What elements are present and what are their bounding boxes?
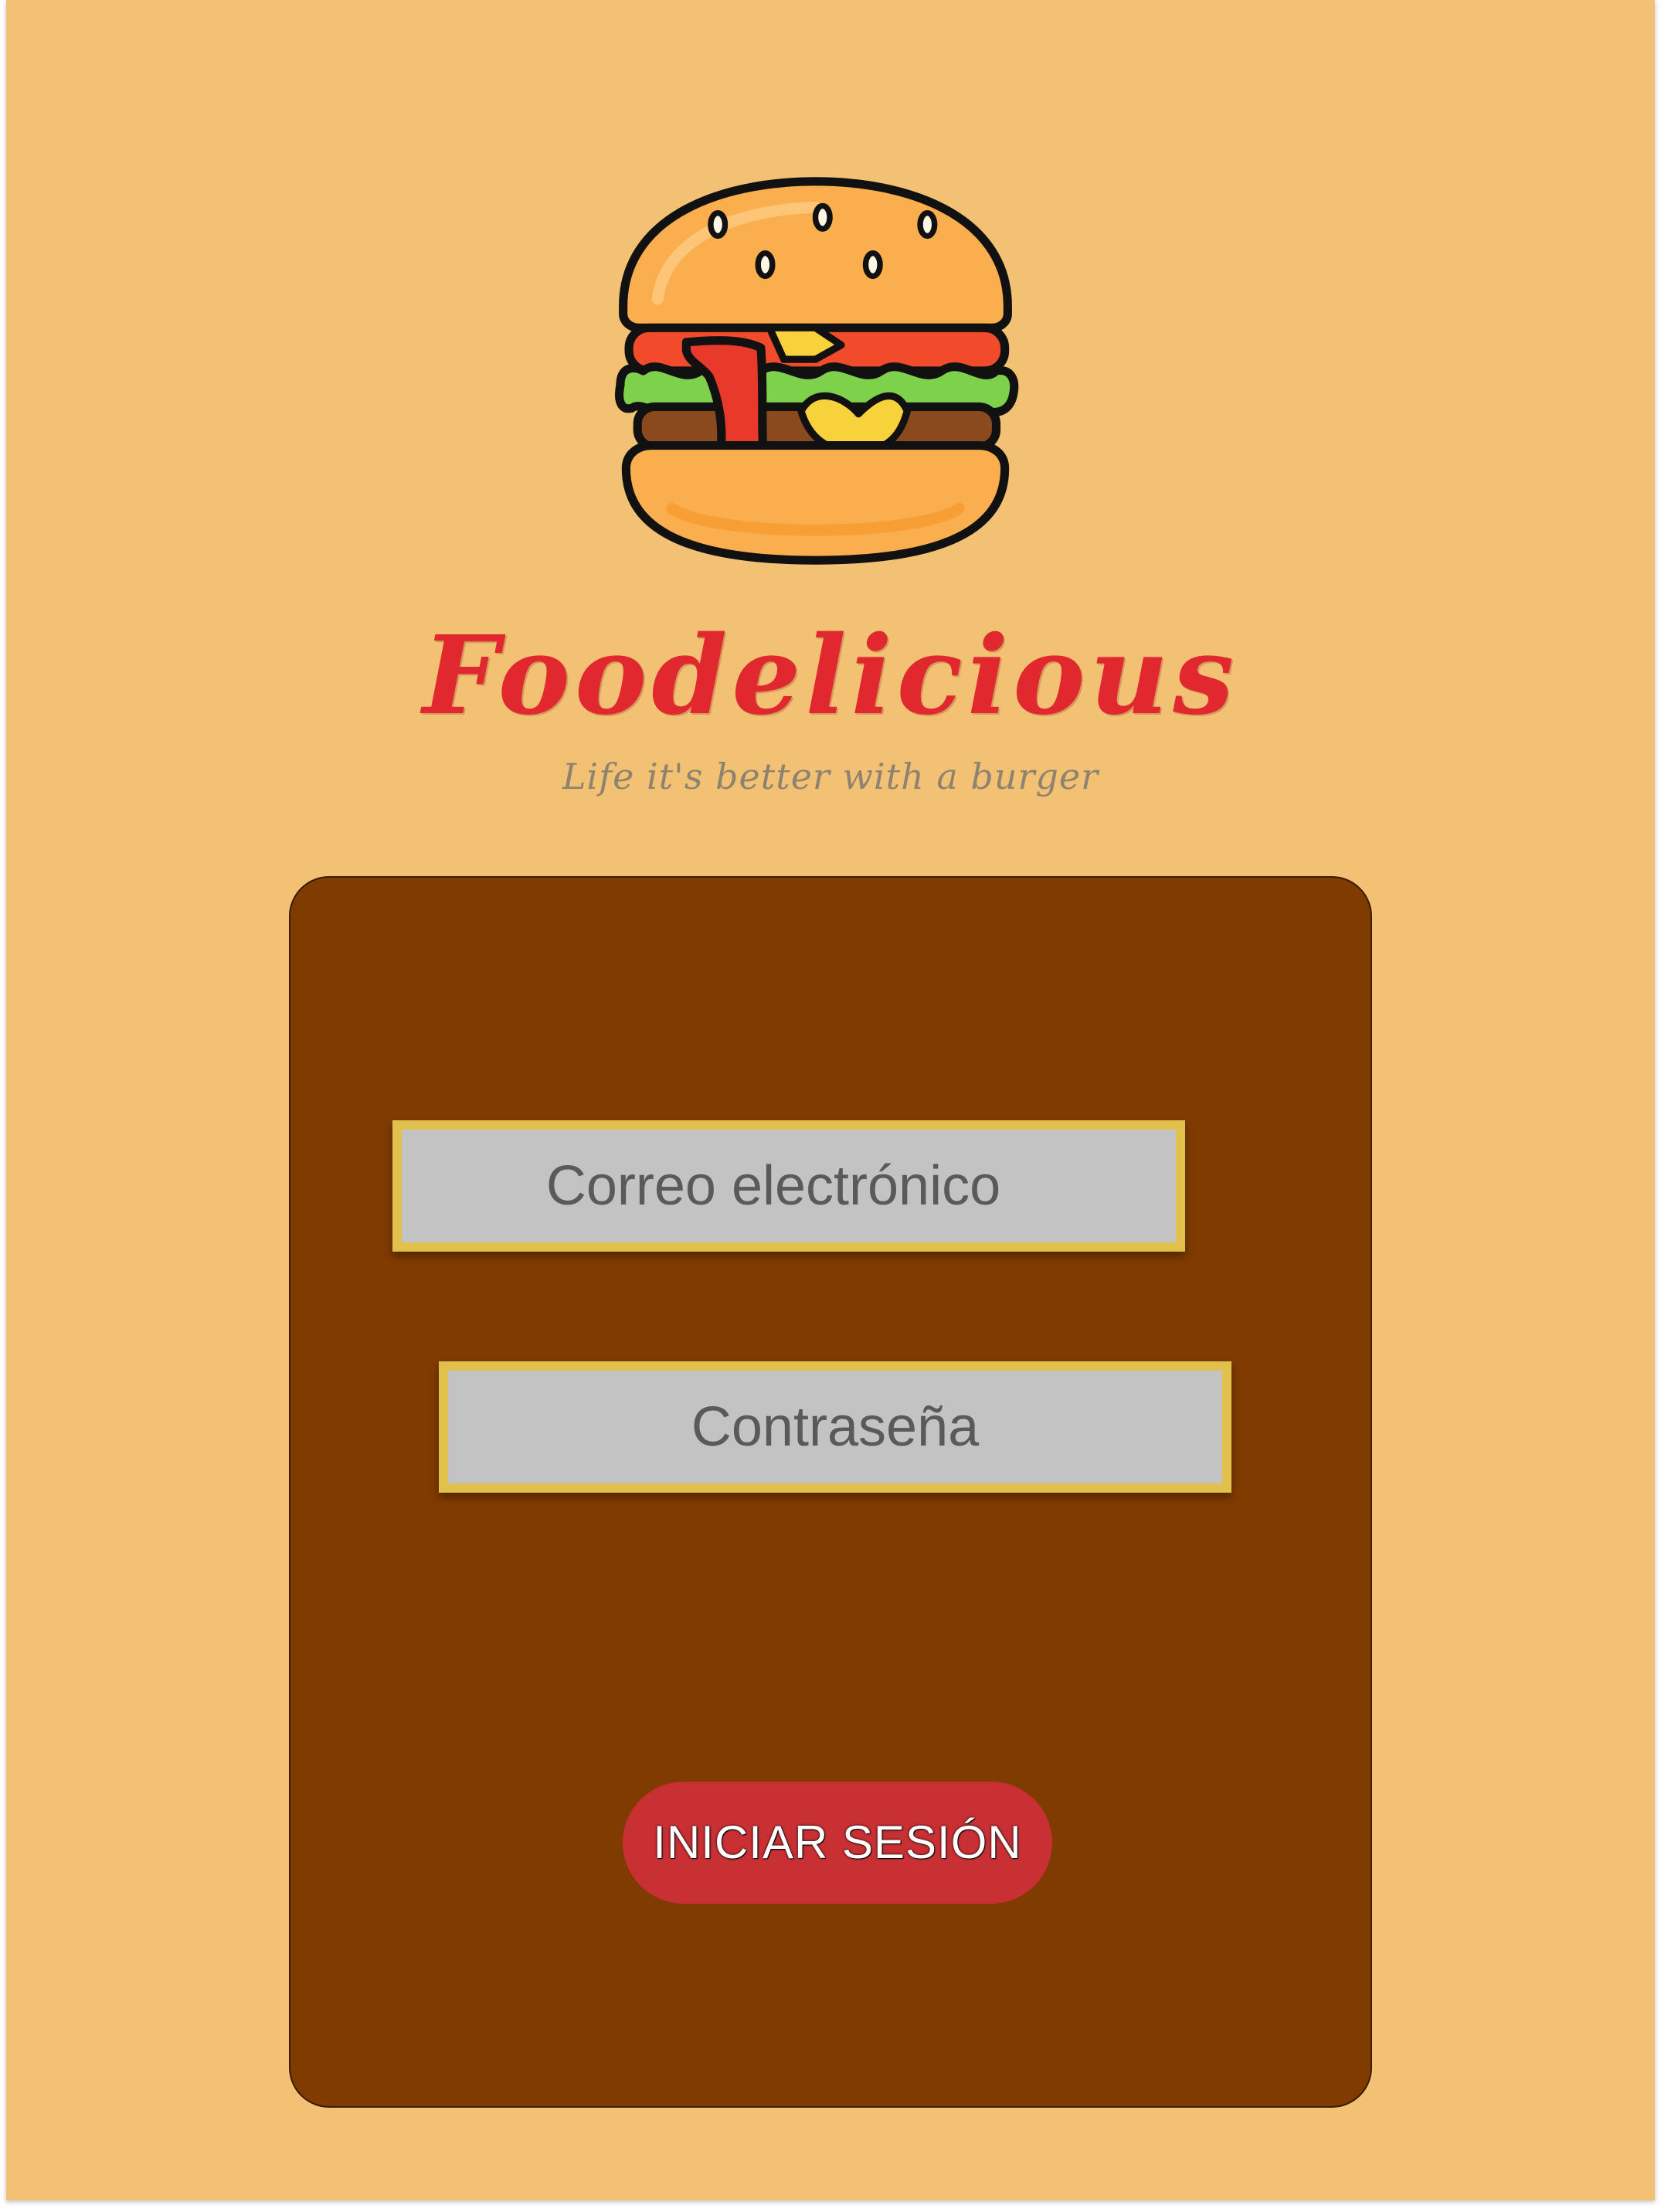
password-field[interactable] (439, 1361, 1231, 1493)
login-button[interactable]: INICIAR SESIÓN (623, 1782, 1052, 1904)
brand-name: Foodelicious (422, 613, 1239, 739)
login-page: Foodelicious Life it's better with a bur… (6, 0, 1655, 2200)
email-field[interactable] (392, 1120, 1185, 1252)
burger-icon (593, 170, 1038, 572)
brand-tagline: Life it's better with a burger (562, 756, 1099, 797)
login-card: INICIAR SESIÓN (289, 876, 1372, 2108)
